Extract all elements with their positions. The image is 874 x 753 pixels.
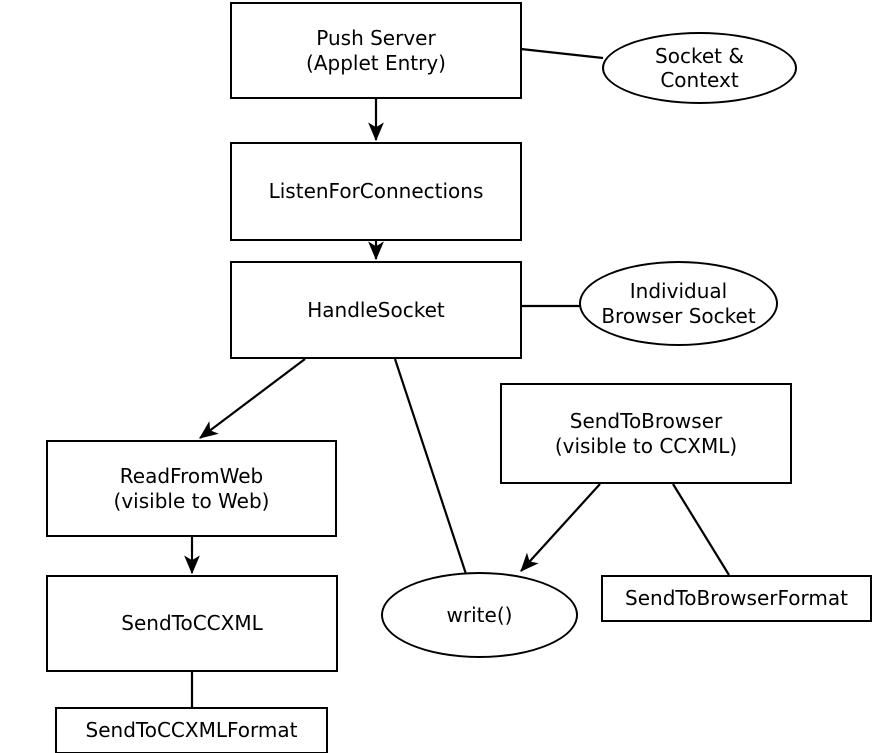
node-socket-context[interactable]: Socket & Context xyxy=(602,32,797,104)
node-label-write: write() xyxy=(446,602,513,627)
node-label-listen-for-connections: ListenForConnections xyxy=(268,179,484,204)
node-send-to-ccxml-format[interactable]: SendToCCXMLFormat xyxy=(55,707,328,753)
node-label-socket-context: Socket & Context xyxy=(655,43,744,92)
node-label-push-server: Push Server (Applet Entry) xyxy=(306,26,446,75)
node-read-from-web[interactable]: ReadFromWeb (visible to Web) xyxy=(46,440,337,537)
edge-send-to-browser-to-write xyxy=(520,483,601,572)
node-label-handle-socket: HandleSocket xyxy=(307,297,445,322)
edge-send-to-browser-to-send-to-browser-format xyxy=(672,483,730,576)
node-label-read-from-web: ReadFromWeb (visible to Web) xyxy=(113,464,270,513)
node-label-send-to-ccxml: SendToCCXML xyxy=(121,611,263,636)
node-send-to-ccxml[interactable]: SendToCCXML xyxy=(46,575,338,672)
node-label-send-to-browser-format: SendToBrowserFormat xyxy=(625,586,848,611)
node-individual-browser-socket[interactable]: Individual Browser Socket xyxy=(579,261,778,346)
node-push-server[interactable]: Push Server (Applet Entry) xyxy=(230,2,522,99)
edge-push-server-to-socket-context xyxy=(520,47,604,60)
edge-handle-socket-to-read-from-web xyxy=(199,358,306,439)
node-label-send-to-browser: SendToBrowser (visible to CCXML) xyxy=(554,409,738,458)
node-handle-socket[interactable]: HandleSocket xyxy=(230,261,522,359)
node-send-to-browser-format[interactable]: SendToBrowserFormat xyxy=(601,575,872,622)
edge-handle-socket-to-write xyxy=(393,358,468,575)
node-send-to-browser[interactable]: SendToBrowser (visible to CCXML) xyxy=(500,383,792,484)
node-listen-for-connections[interactable]: ListenForConnections xyxy=(230,142,522,241)
diagram-canvas: Push Server (Applet Entry) Socket & Cont… xyxy=(0,0,874,753)
node-label-send-to-ccxml-format: SendToCCXMLFormat xyxy=(85,718,298,743)
node-label-individual-browser-socket: Individual Browser Socket xyxy=(601,279,756,328)
node-write[interactable]: write() xyxy=(381,572,578,658)
